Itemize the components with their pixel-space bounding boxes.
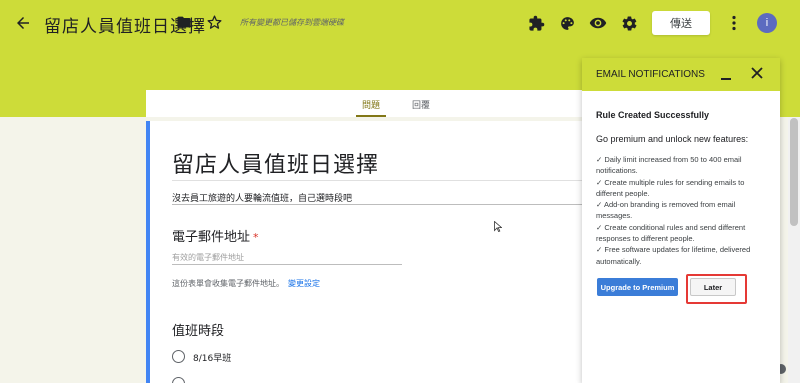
email-notifications-panel: EMAIL NOTIFICATIONS Rule Created Success…: [582, 58, 780, 383]
send-button[interactable]: 傳送: [652, 11, 710, 35]
radio-option[interactable]: [172, 350, 185, 363]
more-vert-icon[interactable]: [727, 13, 741, 33]
panel-heading: Rule Created Successfully: [596, 110, 710, 120]
divider: [172, 180, 586, 181]
active-tab-indicator: [356, 115, 386, 117]
scrollbar-thumb[interactable]: [790, 118, 798, 226]
feature-item: ✓ Add-on branding is removed from email …: [596, 200, 736, 221]
form-description[interactable]: 沒去員工旅遊的人要輪流值班，自己選時段吧: [172, 191, 352, 204]
tab-questions[interactable]: 問題: [362, 98, 380, 111]
feature-item: ✓ Free software updates for lifetime, de…: [596, 245, 751, 266]
minimize-icon[interactable]: [720, 68, 732, 80]
close-icon[interactable]: [750, 66, 764, 80]
required-asterisk: *: [253, 231, 259, 244]
email-field-placeholder: 有效的電子郵件地址: [172, 253, 244, 262]
radio-option[interactable]: [172, 377, 185, 383]
puzzle-icon[interactable]: [526, 13, 546, 33]
feature-item: ✓ Daily limit increased from 50 to 400 e…: [596, 155, 742, 176]
radio-option-label: 8/16早班: [193, 354, 232, 364]
email-note-text: 這份表單會收集電子郵件地址。: [172, 279, 284, 288]
change-settings-link[interactable]: 變更設定: [288, 279, 320, 288]
email-question: 電子郵件地址 *: [172, 226, 259, 245]
palette-icon[interactable]: [557, 13, 577, 33]
email-question-label: 電子郵件地址: [172, 230, 251, 245]
shift-question[interactable]: 值班時段: [172, 320, 224, 339]
feature-item: ✓ Create conditional rules and send diff…: [596, 222, 746, 244]
tab-responses[interactable]: 回覆: [412, 98, 430, 111]
panel-intro: Go premium and unlock new features:: [596, 134, 749, 144]
feature-item: ✓ Create multiple rules for sending emai…: [596, 177, 745, 198]
text-cursor-icon: [494, 220, 503, 235]
email-field-underline: [172, 264, 402, 265]
form-title[interactable]: 留店人員值班日選擇: [172, 147, 379, 179]
panel-title: EMAIL NOTIFICATIONS: [596, 69, 705, 80]
upgrade-to-premium-button[interactable]: Upgrade to Premium: [597, 278, 678, 296]
folder-icon[interactable]: [175, 13, 193, 31]
email-collection-note: 這份表單會收集電子郵件地址。 變更設定: [172, 278, 320, 289]
account-avatar[interactable]: i: [757, 13, 777, 33]
back-arrow-icon[interactable]: [12, 12, 34, 34]
tabs-bar: 問題 回覆: [146, 90, 586, 117]
feature-list: ✓ Daily limit increased from 50 to 400 e…: [596, 154, 766, 267]
divider: [172, 204, 586, 205]
save-status-text: 所有變更都已儲存到雲端硬碟: [240, 18, 344, 27]
later-button[interactable]: Later: [690, 278, 736, 296]
star-icon[interactable]: [204, 11, 224, 33]
gear-icon[interactable]: [619, 13, 639, 33]
eye-icon[interactable]: [588, 13, 608, 33]
